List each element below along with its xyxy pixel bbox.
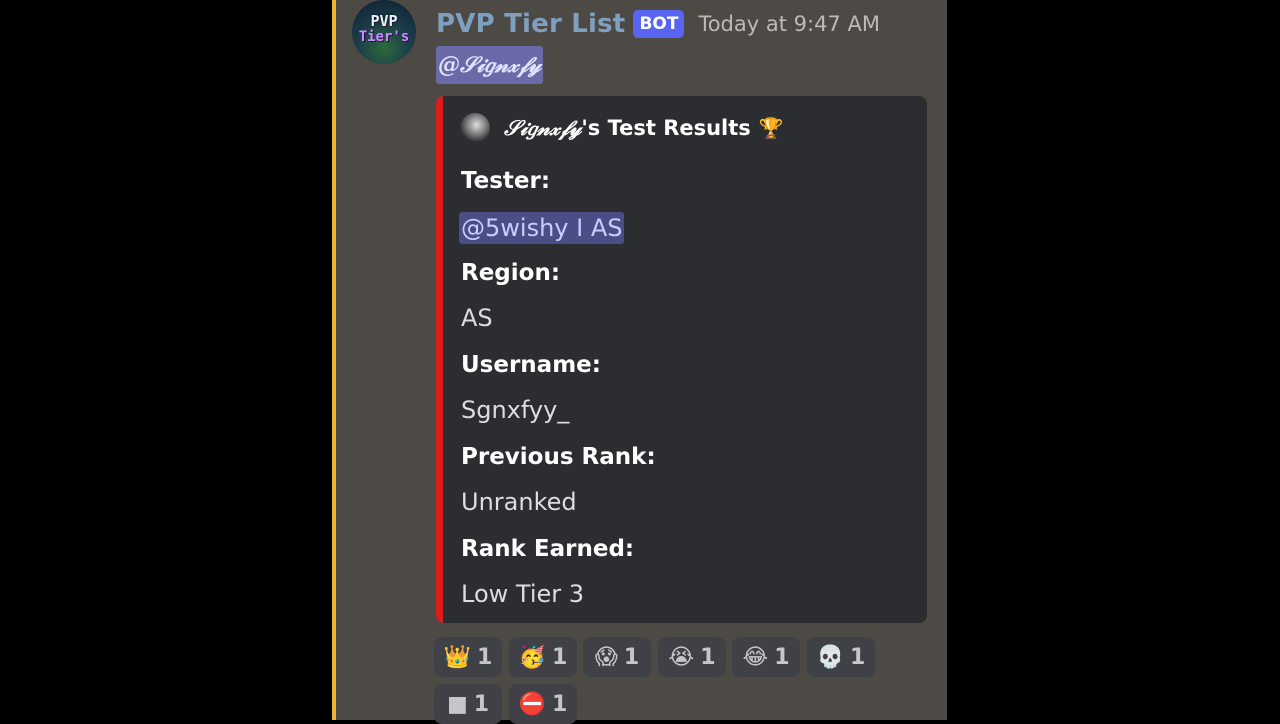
party-face-icon: 🥳 bbox=[518, 644, 547, 670]
embed-card: 𝒮𝒾𝑔𝓃𝓍𝒻𝓎 's Test Results 🏆 Tester: @5wish… bbox=[436, 96, 927, 623]
field-value-region: AS bbox=[461, 304, 493, 332]
tears-of-joy-icon: 😂 bbox=[742, 644, 769, 670]
message-panel: PVP Tier's PVP Tier List BOT Today at 9:… bbox=[332, 0, 947, 724]
square-icon: ■ bbox=[446, 691, 468, 717]
reaction-square[interactable]: ■ 1 bbox=[434, 684, 502, 724]
user-mention[interactable]: @𝒮𝒾𝑔𝓃𝓍𝒻𝓎 bbox=[436, 46, 544, 84]
bot-avatar[interactable]: PVP Tier's bbox=[352, 0, 416, 64]
field-value-tester-mention[interactable]: @5wishy I AS bbox=[459, 212, 625, 244]
avatar-text-pvp: PVP bbox=[370, 12, 398, 30]
field-value-previous-rank: Unranked bbox=[461, 488, 577, 516]
reaction-count: 1 bbox=[552, 644, 568, 670]
field-value-rank-earned: Low Tier 3 bbox=[461, 580, 585, 608]
field-value-username: Sgnxfyy_ bbox=[461, 396, 570, 424]
reaction-count: 1 bbox=[552, 691, 568, 717]
embed-title-suffix: 's Test Results bbox=[581, 116, 751, 140]
reaction-crown[interactable]: 👑 1 bbox=[434, 637, 502, 677]
bot-badge: BOT bbox=[633, 10, 685, 38]
reaction-tears-of-joy[interactable]: 😂 1 bbox=[732, 637, 800, 677]
reaction-skull[interactable]: 💀 1 bbox=[807, 637, 875, 677]
avatar-text-tiers: Tier's bbox=[358, 29, 410, 45]
no-entry-icon: ⛔ bbox=[518, 691, 547, 717]
field-name-previous-rank: Previous Rank: bbox=[461, 444, 656, 470]
reaction-count: 1 bbox=[473, 691, 490, 717]
embed-title: 𝒮𝒾𝑔𝓃𝓍𝒻𝓎 's Test Results 🏆 bbox=[460, 112, 784, 144]
message-header: PVP Tier List BOT Today at 9:47 AM bbox=[436, 4, 880, 44]
user-avatar-icon bbox=[460, 113, 490, 143]
reaction-crying-face[interactable]: 😭 1 bbox=[658, 637, 726, 677]
skull-icon: 💀 bbox=[816, 644, 845, 670]
field-name-rank-earned: Rank Earned: bbox=[461, 536, 635, 562]
field-name-username: Username: bbox=[461, 352, 601, 378]
reaction-count: 1 bbox=[850, 644, 866, 670]
crying-face-icon: 😭 bbox=[668, 644, 695, 670]
screaming-face-icon: 😱 bbox=[594, 644, 618, 670]
reaction-count: 1 bbox=[477, 644, 493, 670]
field-name-region: Region: bbox=[461, 260, 561, 286]
reaction-count: 1 bbox=[700, 644, 716, 670]
reaction-count: 1 bbox=[623, 644, 640, 670]
crown-icon: 👑 bbox=[443, 644, 472, 670]
reaction-screaming-face[interactable]: 😱 1 bbox=[583, 637, 651, 677]
author-name[interactable]: PVP Tier List bbox=[436, 9, 625, 39]
embed-title-name: 𝒮𝒾𝑔𝓃𝓍𝒻𝓎 bbox=[504, 115, 582, 140]
embed-color-stripe bbox=[436, 96, 443, 623]
field-name-tester: Tester: bbox=[461, 168, 551, 194]
reaction-no-entry[interactable]: ⛔ 1 bbox=[509, 684, 577, 724]
mention-highlight-bar bbox=[332, 0, 336, 720]
reaction-party-face[interactable]: 🥳 1 bbox=[509, 637, 577, 677]
reaction-count: 1 bbox=[774, 644, 790, 670]
trophy-icon: 🏆 bbox=[758, 116, 784, 140]
message-timestamp[interactable]: Today at 9:47 AM bbox=[698, 12, 880, 36]
